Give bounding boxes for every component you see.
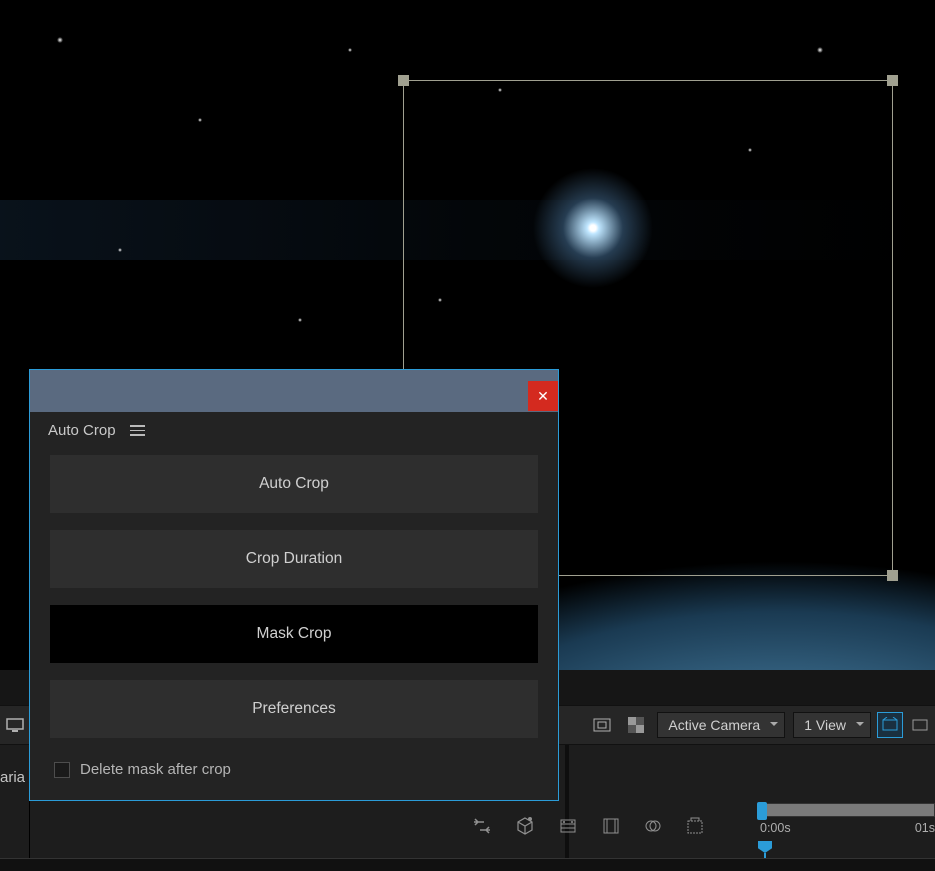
view-count-label: 1 View	[804, 717, 846, 733]
partial-text: aria	[0, 769, 25, 786]
camera-dropdown[interactable]: Active Camera	[657, 712, 785, 738]
delete-mask-label: Delete mask after crop	[80, 761, 231, 778]
panel-divider[interactable]	[565, 745, 569, 871]
handle-br[interactable]	[887, 570, 898, 581]
close-icon: ✕	[537, 388, 549, 405]
transparency-grid-icon[interactable]	[623, 712, 649, 738]
time-ruler: 0:00s 01s	[760, 821, 935, 835]
camera-dropdown-label: Active Camera	[668, 717, 760, 733]
crop-duration-button[interactable]: Crop Duration	[50, 530, 538, 588]
bounds-icon[interactable]	[589, 712, 615, 738]
cube-icon[interactable]	[516, 817, 534, 840]
auto-crop-button[interactable]: Auto Crop	[50, 455, 538, 513]
handle-tr[interactable]	[887, 75, 898, 86]
close-button[interactable]: ✕	[528, 381, 558, 411]
timeline-scrollbar[interactable]	[758, 803, 935, 817]
auto-crop-panel: ✕ Auto Crop Auto Crop Crop Duration Mask…	[29, 369, 559, 801]
mask-crop-button[interactable]: Mask Crop	[50, 605, 538, 663]
film-icon[interactable]	[558, 817, 578, 840]
blend-icon[interactable]	[644, 817, 662, 840]
view-count-dropdown[interactable]: 1 View	[793, 712, 871, 738]
toggle-guides-icon[interactable]	[877, 712, 903, 738]
handle-tl[interactable]	[398, 75, 409, 86]
footer-bar	[0, 858, 935, 871]
preferences-button[interactable]: Preferences	[50, 680, 538, 738]
timeline-tool-icons	[472, 817, 704, 840]
mask-crop-label: Mask Crop	[257, 625, 332, 643]
lower-sidebar	[0, 745, 30, 871]
preferences-label: Preferences	[252, 700, 336, 718]
timeline-scroll-knob[interactable]	[757, 802, 767, 820]
switches-icon[interactable]	[472, 817, 492, 840]
comp-icon[interactable]	[686, 817, 704, 840]
panel-titlebar[interactable]: ✕	[30, 370, 558, 412]
auto-crop-label: Auto Crop	[259, 475, 329, 493]
toggle-mask-icon[interactable]	[907, 712, 933, 738]
delete-mask-checkbox[interactable]	[54, 762, 70, 778]
frame-icon[interactable]	[602, 817, 620, 840]
time-next-label: 01s	[915, 821, 935, 835]
crop-duration-label: Crop Duration	[246, 550, 343, 568]
menu-icon[interactable]	[130, 425, 145, 436]
panel-title: Auto Crop	[48, 422, 116, 439]
time-start-label: 0:00s	[760, 821, 791, 835]
monitor-icon[interactable]	[2, 712, 28, 738]
